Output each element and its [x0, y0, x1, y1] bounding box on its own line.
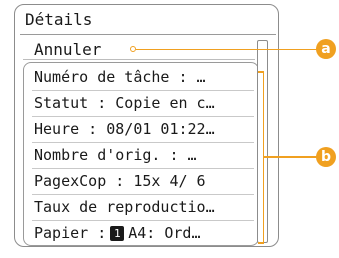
list-item-status[interactable]: Statut : Copie en c…	[34, 91, 256, 115]
list-item-pages-copies[interactable]: PagexCop : 15x 4/ 6	[34, 169, 256, 193]
title-divider	[20, 34, 276, 35]
details-list: Numéro de tâche : … Statut : Copie en c……	[23, 62, 259, 246]
list-item-label: Nombre d'orig. : …	[34, 146, 197, 164]
list-item-label: Taux de reproductio…	[34, 198, 215, 216]
list-item-label: Statut : Copie en c…	[34, 94, 215, 112]
callout-a-badge: a	[316, 39, 336, 59]
tray-1-icon: 1	[110, 226, 125, 241]
list-item-reproduction-rate[interactable]: Taux de reproductio…	[34, 195, 256, 219]
list-item-job-number[interactable]: Numéro de tâche : …	[34, 65, 256, 89]
list-item-label: PagexCop : 15x 4/ 6	[34, 172, 206, 190]
screen-title: Détails	[25, 10, 93, 29]
list-item-label: Heure : 08/01 01:22…	[34, 120, 215, 138]
callout-b-bracket-bottom	[258, 242, 264, 244]
cancel-button-label: Annuler	[34, 40, 102, 59]
callout-b-line	[264, 156, 318, 158]
callout-b-badge: b	[316, 147, 336, 167]
list-item-time[interactable]: Heure : 08/01 01:22…	[34, 117, 256, 141]
list-item-paper[interactable]: Papier : 1 A4: Ord…	[34, 221, 256, 245]
paper-label: Papier :	[34, 224, 107, 242]
paper-value: A4: Ord…	[128, 224, 201, 242]
callout-b-bracket-top	[258, 71, 264, 73]
list-item-originals[interactable]: Nombre d'orig. : …	[34, 143, 256, 167]
list-item-label: Numéro de tâche : …	[34, 68, 206, 86]
callout-a-line	[136, 48, 320, 50]
